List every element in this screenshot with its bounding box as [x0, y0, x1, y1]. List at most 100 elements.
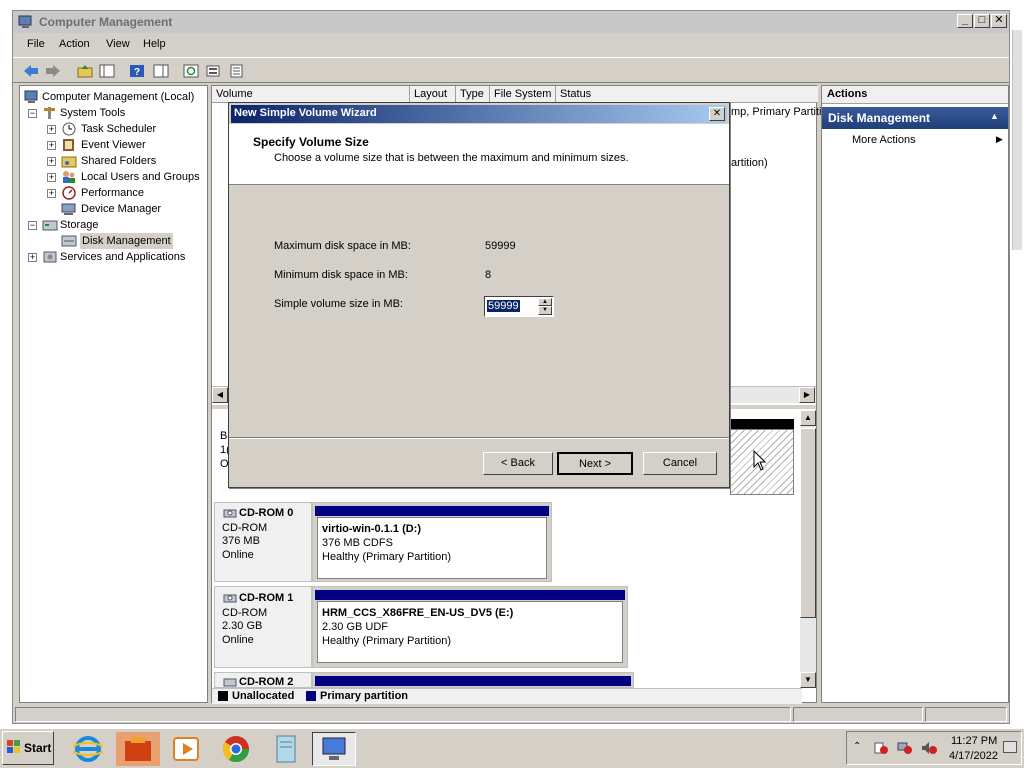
computer-management-taskbar-button[interactable]: [312, 732, 356, 766]
internet-explorer-icon[interactable]: [66, 732, 110, 766]
disk-management-icon: [61, 234, 77, 248]
dialog-separator: [229, 437, 729, 439]
cd-drive-icon: [223, 676, 237, 687]
computer-management-icon: [24, 90, 40, 104]
tree-item-label: Storage: [60, 219, 99, 231]
volume-size-spinner[interactable]: 59999 ▲ ▼: [484, 296, 554, 317]
minimize-button[interactable]: _: [957, 14, 973, 28]
storage-icon: [42, 218, 58, 232]
disk-name: CD-ROM 2: [239, 676, 294, 688]
disk-size: 2.30 GB: [222, 620, 263, 632]
volume-muted-icon[interactable]: [921, 741, 937, 758]
expand-icon[interactable]: +: [47, 189, 56, 198]
help-icon[interactable]: ?: [127, 61, 147, 81]
volume-title: HRM_CCS_X86FRE_EN-US_DV5 (E:): [322, 607, 514, 619]
disk-info-cd-rom-2[interactable]: CD-ROM 2: [214, 672, 312, 688]
menu-file[interactable]: File: [27, 38, 45, 50]
column-header-type[interactable]: Type: [456, 86, 490, 103]
column-header-layout[interactable]: Layout: [410, 86, 456, 103]
back-button[interactable]: < Back: [483, 452, 553, 475]
window-title: Computer Management: [39, 15, 173, 29]
desktop-scrollbar[interactable]: [1012, 30, 1022, 250]
maximize-button[interactable]: □: [974, 14, 990, 28]
tree-item-label: Shared Folders: [81, 155, 157, 167]
submenu-arrow-icon: ▶: [996, 134, 1003, 144]
primary-partition-bar: [315, 590, 625, 600]
disk-info-cd-rom-1[interactable]: CD-ROM 1 CD-ROM 2.30 GB Online: [214, 586, 312, 668]
status-panel: [925, 707, 1007, 722]
collapse-icon[interactable]: −: [28, 221, 37, 230]
disk-vertical-scrollbar[interactable]: ▲ ▼: [800, 410, 816, 688]
network-icon[interactable]: [897, 741, 913, 758]
column-header-volume[interactable]: Volume: [212, 86, 410, 103]
file-explorer-icon[interactable]: [116, 732, 160, 766]
volume-box: HRM_CCS_X86FRE_EN-US_DV5 (E:) 2.30 GB UD…: [317, 601, 623, 663]
menu-view[interactable]: View: [106, 38, 130, 50]
tree-item-label: Device Manager: [81, 203, 162, 215]
properties-icon[interactable]: [203, 61, 223, 81]
volume-title: virtio-win-0.1.1 (D:): [322, 523, 422, 535]
scroll-left-icon[interactable]: ◀: [212, 387, 228, 403]
expand-icon[interactable]: +: [28, 253, 37, 262]
up-folder-icon[interactable]: [75, 61, 95, 81]
show-hidden-icons-icon[interactable]: ⌃: [853, 741, 861, 752]
menu-action[interactable]: Action: [59, 38, 90, 50]
expand-icon[interactable]: +: [47, 125, 56, 134]
volume-block-e[interactable]: HRM_CCS_X86FRE_EN-US_DV5 (E:) 2.30 GB UD…: [312, 586, 628, 668]
more-actions-item[interactable]: More Actions ▶: [852, 134, 1003, 150]
event-viewer-icon: [61, 138, 77, 152]
back-arrow-icon[interactable]: [21, 61, 41, 81]
volume-size-input[interactable]: 59999: [487, 300, 520, 312]
windows-logo-icon: [7, 739, 21, 757]
column-header-status[interactable]: Status: [556, 86, 818, 103]
scroll-right-icon[interactable]: ▶: [799, 387, 815, 403]
title-bar[interactable]: Computer Management _ □ ✕: [13, 11, 1009, 33]
spin-down-icon[interactable]: ▼: [538, 306, 552, 315]
show-desktop-icon[interactable]: [1003, 741, 1017, 753]
dialog-heading: Specify Volume Size: [253, 135, 369, 149]
actions-section-disk-management[interactable]: Disk Management ▲: [822, 107, 1008, 129]
forward-arrow-icon[interactable]: [43, 61, 63, 81]
unallocated-region[interactable]: [730, 429, 794, 495]
legend-primary: Primary partition: [320, 690, 409, 702]
chrome-icon[interactable]: [214, 732, 258, 766]
toolbar: ?: [13, 57, 1009, 83]
start-button[interactable]: Start: [2, 731, 54, 765]
dialog-close-icon[interactable]: ✕: [709, 107, 725, 121]
scroll-down-icon[interactable]: ▼: [800, 672, 816, 688]
volume-block-partial[interactable]: [312, 672, 634, 688]
column-header-file-system[interactable]: File System: [490, 86, 556, 103]
dialog-title-bar[interactable]: New Simple Volume Wizard ✕: [231, 105, 727, 123]
menu-help[interactable]: Help: [143, 38, 166, 50]
action-center-icon[interactable]: [873, 741, 889, 758]
tree-item-label: System Tools: [60, 107, 126, 119]
system-tray: ⌃ 11:27 PM 4/17/2022: [846, 731, 1022, 765]
refresh-icon[interactable]: [181, 61, 201, 81]
collapse-icon[interactable]: −: [28, 109, 37, 118]
document-viewer-icon[interactable]: [264, 732, 308, 766]
scroll-thumb[interactable]: [800, 428, 816, 618]
spin-up-icon[interactable]: ▲: [538, 298, 552, 306]
users-icon: [61, 170, 77, 184]
expand-icon[interactable]: +: [47, 141, 56, 150]
export-list-icon[interactable]: [227, 61, 247, 81]
volume-block-d[interactable]: virtio-win-0.1.1 (D:) 376 MB CDFS Health…: [312, 502, 552, 582]
scroll-up-icon[interactable]: ▲: [800, 410, 816, 426]
cd-drive-icon: [223, 592, 237, 604]
show-hide-tree-icon[interactable]: [97, 61, 117, 81]
next-button[interactable]: Next >: [557, 452, 633, 475]
cancel-button[interactable]: Cancel: [643, 452, 717, 475]
expand-icon[interactable]: +: [47, 173, 56, 182]
collapse-up-icon: ▲: [990, 111, 999, 121]
primary-partition-bar: [315, 676, 631, 686]
disk-name: CD-ROM 1: [239, 592, 294, 604]
disk-info-cd-rom-0[interactable]: CD-ROM 0 CD-ROM 376 MB Online: [214, 502, 312, 582]
expand-icon[interactable]: +: [47, 157, 56, 166]
volume-status: Healthy (Primary Partition): [322, 635, 451, 647]
min-size-label: Minimum disk space in MB:: [274, 269, 408, 281]
media-player-icon[interactable]: [164, 732, 208, 766]
new-simple-volume-wizard-dialog: New Simple Volume Wizard ✕ Specify Volum…: [228, 102, 730, 488]
close-button[interactable]: ✕: [991, 14, 1007, 28]
max-size-label: Maximum disk space in MB:: [274, 240, 411, 252]
show-hide-action-pane-icon[interactable]: [151, 61, 171, 81]
